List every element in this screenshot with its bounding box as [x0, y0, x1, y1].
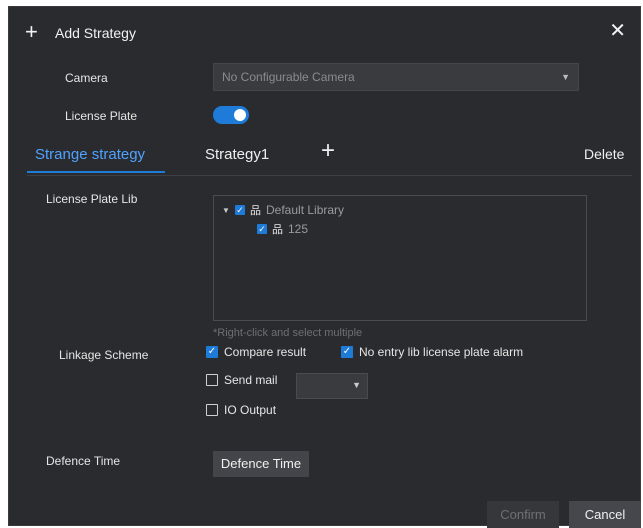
toggle-knob [234, 109, 246, 121]
tab-divider [27, 175, 632, 176]
library-tree-icon: 品 [250, 205, 261, 217]
library-tree-icon: 品 [272, 224, 283, 236]
checkbox-unchecked-icon[interactable] [206, 374, 218, 386]
no-entry-alarm-checkbox[interactable]: ✓ No entry lib license plate alarm [341, 345, 523, 359]
license-plate-toggle[interactable] [213, 106, 249, 124]
checkbox-checked-icon[interactable]: ✓ [257, 224, 267, 234]
tree-hint: *Right-click and select multiple [213, 327, 363, 339]
close-icon[interactable]: ✕ [609, 21, 626, 41]
chevron-down-icon: ▼ [561, 72, 570, 82]
active-tab-indicator [27, 171, 165, 173]
dialog-title: Add Strategy [55, 25, 136, 41]
io-output-label: IO Output [224, 403, 277, 417]
checkbox-unchecked-icon[interactable] [206, 404, 218, 416]
defence-time-button[interactable]: Defence Time [213, 451, 309, 477]
compare-result-checkbox[interactable]: ✓ Compare result [206, 345, 306, 359]
add-strategy-dialog: + Add Strategy ✕ Camera No Configurable … [8, 6, 641, 528]
delete-button[interactable]: Delete [584, 146, 624, 162]
camera-label: Camera [65, 71, 108, 85]
add-tab-icon[interactable]: + [321, 139, 335, 163]
expand-arrow-icon[interactable]: ▼ [222, 206, 230, 215]
license-plate-lib-label: License Plate Lib [46, 192, 138, 206]
send-mail-label: Send mail [224, 373, 278, 387]
defence-time-label: Defence Time [46, 454, 121, 468]
linkage-scheme-label: Linkage Scheme [59, 348, 149, 362]
library-tree: ▼ ✓ 品 Default Library ✓ 品 125 [213, 195, 587, 321]
no-entry-alarm-label: No entry lib license plate alarm [359, 345, 524, 359]
tree-node-label: Default Library [266, 203, 345, 217]
checkbox-checked-icon[interactable]: ✓ [235, 205, 245, 215]
confirm-button[interactable]: Confirm [487, 501, 559, 528]
tree-node-125[interactable]: ✓ 品 125 [257, 221, 308, 237]
cancel-button[interactable]: Cancel [569, 501, 641, 528]
checkbox-checked-icon[interactable]: ✓ [341, 346, 353, 358]
send-mail-checkbox[interactable]: Send mail [206, 373, 277, 387]
tab-strategy1[interactable]: Strategy1 [205, 146, 269, 163]
io-output-checkbox[interactable]: IO Output [206, 403, 276, 417]
compare-result-label: Compare result [224, 345, 307, 359]
tab-strange-strategy[interactable]: Strange strategy [35, 146, 145, 163]
camera-select[interactable]: No Configurable Camera ▼ [213, 63, 579, 91]
license-plate-label: License Plate [65, 109, 138, 123]
tree-node-label: 125 [288, 222, 309, 236]
tree-node-default-library[interactable]: ▼ ✓ 品 Default Library [222, 202, 344, 218]
checkbox-checked-icon[interactable]: ✓ [206, 346, 218, 358]
plus-icon: + [25, 19, 38, 44]
chevron-down-icon: ▼ [352, 380, 361, 390]
camera-select-value: No Configurable Camera [222, 70, 355, 84]
send-mail-select[interactable]: ▼ [296, 373, 368, 399]
